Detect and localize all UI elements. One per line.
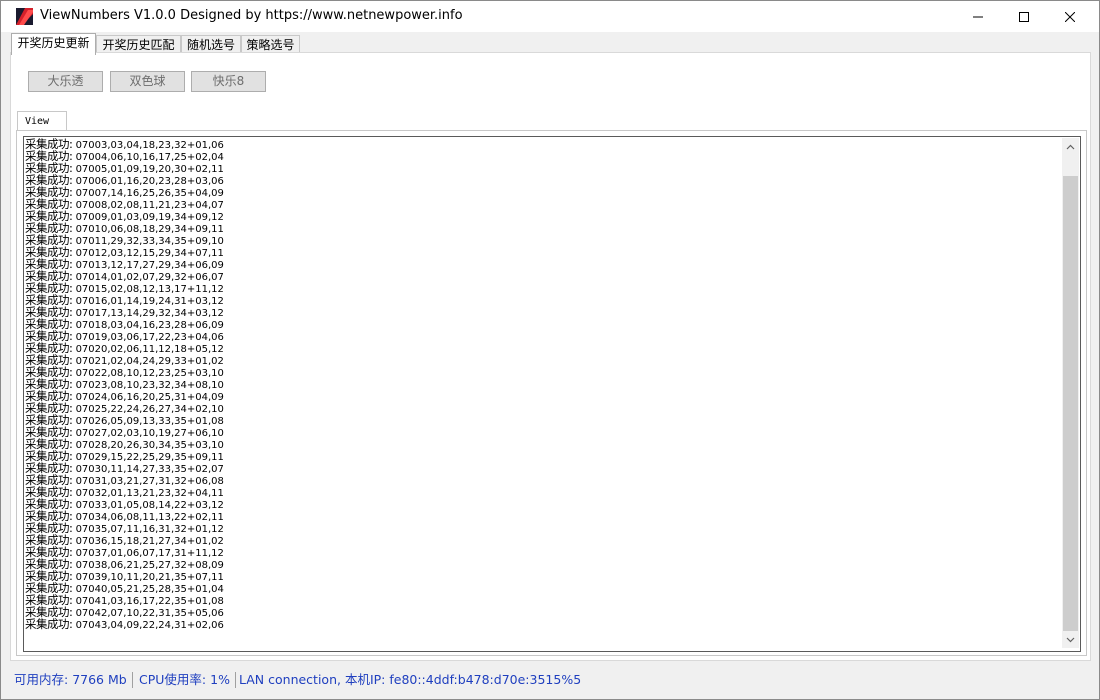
shuangseqiu-button[interactable]: 双色球 xyxy=(110,71,185,92)
log-line: 采集成功: 07036,15,18,21,27,34+01,02 xyxy=(25,534,1061,547)
log-line: 采集成功: 07004,06,10,16,17,25+02,04 xyxy=(25,150,1061,163)
log-line-value: 07043,04,09,22,24,31+02,06 xyxy=(75,620,224,631)
memory-label: 可用内存: xyxy=(14,672,69,687)
close-icon xyxy=(1065,11,1075,22)
minimize-button[interactable] xyxy=(955,1,1001,32)
minimize-icon xyxy=(973,16,983,17)
scroll-up-button[interactable] xyxy=(1062,138,1079,155)
log-line: 采集成功: 07038,06,21,25,27,32+08,09 xyxy=(25,558,1061,571)
log-lines: 采集成功: 07003,03,04,18,23,32+01,06 采集成功: 07… xyxy=(25,138,1061,648)
log-line: 采集成功: 07005,01,09,19,20,30+02,11 xyxy=(25,162,1061,175)
log-line: 采集成功: 07008,02,08,11,21,23+04,07 xyxy=(25,198,1061,211)
status-divider xyxy=(132,672,133,688)
tab-history-update[interactable]: 开奖历史更新 xyxy=(11,33,96,55)
tab-view[interactable]: View xyxy=(17,111,67,130)
log-line: 采集成功: 07024,06,16,20,25,31+04,09 xyxy=(25,390,1061,403)
memory-status: 可用内存: 7766 Mb xyxy=(14,670,127,690)
chevron-up-icon xyxy=(1066,144,1075,149)
log-line: 采集成功: 07006,01,16,20,23,28+03,06 xyxy=(25,174,1061,187)
maximize-button[interactable] xyxy=(1001,1,1047,32)
scroll-thumb[interactable] xyxy=(1063,176,1078,631)
log-line: 采集成功: 07011,29,32,33,34,35+09,10 xyxy=(25,234,1061,247)
log-line: 采集成功: 07019,03,06,17,22,23+04,06 xyxy=(25,330,1061,343)
tab-page-history-update: 大乐透 双色球 快乐8 View 采集成功: 07003,03,04,18,23… xyxy=(10,52,1091,661)
log-line: 采集成功: 07039,10,11,20,21,35+07,11 xyxy=(25,570,1061,583)
memory-value: 7766 Mb xyxy=(72,672,127,687)
log-line: 采集成功: 07026,05,09,13,33,35+01,08 xyxy=(25,414,1061,427)
log-line: 采集成功: 07028,20,26,30,34,35+03,10 xyxy=(25,438,1061,451)
window-title: ViewNumbers V1.0.0 Designed by https://w… xyxy=(40,8,463,23)
log-line: 采集成功: 07030,11,14,27,33,35+02,07 xyxy=(25,462,1061,475)
log-line: 采集成功: 07020,02,06,11,12,18+05,12 xyxy=(25,342,1061,355)
log-line: 采集成功: 07016,01,14,19,24,31+03,12 xyxy=(25,294,1061,307)
close-button[interactable] xyxy=(1047,1,1093,32)
log-line: 采集成功: 07012,03,12,15,29,34+07,11 xyxy=(25,246,1061,259)
log-line: 采集成功: 07031,03,21,27,31,32+06,08 xyxy=(25,474,1061,487)
log-line: 采集成功: 07040,05,21,25,28,35+01,04 xyxy=(25,582,1061,595)
vertical-scrollbar[interactable] xyxy=(1062,138,1079,648)
log-line: 采集成功: 07018,03,04,16,23,28+06,09 xyxy=(25,318,1061,331)
log-line: 采集成功: 07032,01,13,21,23,32+04,11 xyxy=(25,486,1061,499)
log-textbox[interactable]: 采集成功: 07003,03,04,18,23,32+01,06 采集成功: 07… xyxy=(23,136,1081,652)
cpu-label: CPU使用率: xyxy=(139,672,207,687)
network-status: LAN connection, 本机IP: fe80::4ddf:b478:d7… xyxy=(239,672,582,687)
log-line: 采集成功: 07015,02,08,12,13,17+11,12 xyxy=(25,282,1061,295)
log-line: 采集成功: 07035,07,11,16,31,32+01,12 xyxy=(25,522,1061,535)
log-line: 采集成功: 07033,01,05,08,14,22+03,12 xyxy=(25,498,1061,511)
log-line-prefix: 采集成功: xyxy=(25,617,73,631)
kuaile8-button[interactable]: 快乐8 xyxy=(191,71,266,92)
log-line: 采集成功: 07017,13,14,29,32,34+03,12 xyxy=(25,306,1061,319)
app-window: ViewNumbers V1.0.0 Designed by https://w… xyxy=(0,0,1100,700)
log-line: 采集成功: 07023,08,10,23,32,34+08,10 xyxy=(25,378,1061,391)
scroll-down-button[interactable] xyxy=(1062,631,1079,648)
log-line: 采集成功: 07007,14,16,25,26,35+04,09 xyxy=(25,186,1061,199)
log-line: 采集成功: 07027,02,03,10,19,27+06,10 xyxy=(25,426,1061,439)
view-panel: 采集成功: 07003,03,04,18,23,32+01,06 采集成功: 07… xyxy=(16,130,1087,656)
log-line: 采集成功: 07037,01,06,07,17,31+11,12 xyxy=(25,546,1061,559)
chevron-down-icon xyxy=(1066,637,1075,642)
log-line: 采集成功: 07029,15,22,25,29,35+09,11 xyxy=(25,450,1061,463)
maximize-icon xyxy=(1019,11,1029,22)
log-line: 采集成功: 07013,12,17,27,29,34+06,09 xyxy=(25,258,1061,271)
log-line: 采集成功: 07025,22,24,26,27,34+02,10 xyxy=(25,402,1061,415)
log-line: 采集成功: 07042,07,10,22,31,35+05,06 xyxy=(25,606,1061,619)
cpu-status: CPU使用率: 1% xyxy=(139,670,230,690)
log-line: 采集成功: 07010,06,08,18,29,34+09,11 xyxy=(25,222,1061,235)
log-line: 采集成功: 07041,03,16,17,22,35+01,08 xyxy=(25,594,1061,607)
log-line: 采集成功: 07022,08,10,12,23,25+03,10 xyxy=(25,366,1061,379)
status-divider xyxy=(235,672,236,688)
app-logo-icon xyxy=(16,8,33,25)
log-line: 采集成功: 07043,04,09,22,24,31+02,06 xyxy=(25,617,1061,631)
daletou-button[interactable]: 大乐透 xyxy=(28,71,103,92)
log-line: 采集成功: 07034,06,08,11,13,22+02,11 xyxy=(25,510,1061,523)
title-bar[interactable]: ViewNumbers V1.0.0 Designed by https://w… xyxy=(1,1,1099,32)
cpu-value: 1% xyxy=(210,672,230,687)
log-line: 采集成功: 07021,02,04,24,29,33+01,02 xyxy=(25,354,1061,367)
log-line: 采集成功: 07003,03,04,18,23,32+01,06 xyxy=(25,138,1061,151)
log-line: 采集成功: 07009,01,03,09,19,34+09,12 xyxy=(25,210,1061,223)
log-line: 采集成功: 07014,01,02,07,29,32+06,07 xyxy=(25,270,1061,283)
